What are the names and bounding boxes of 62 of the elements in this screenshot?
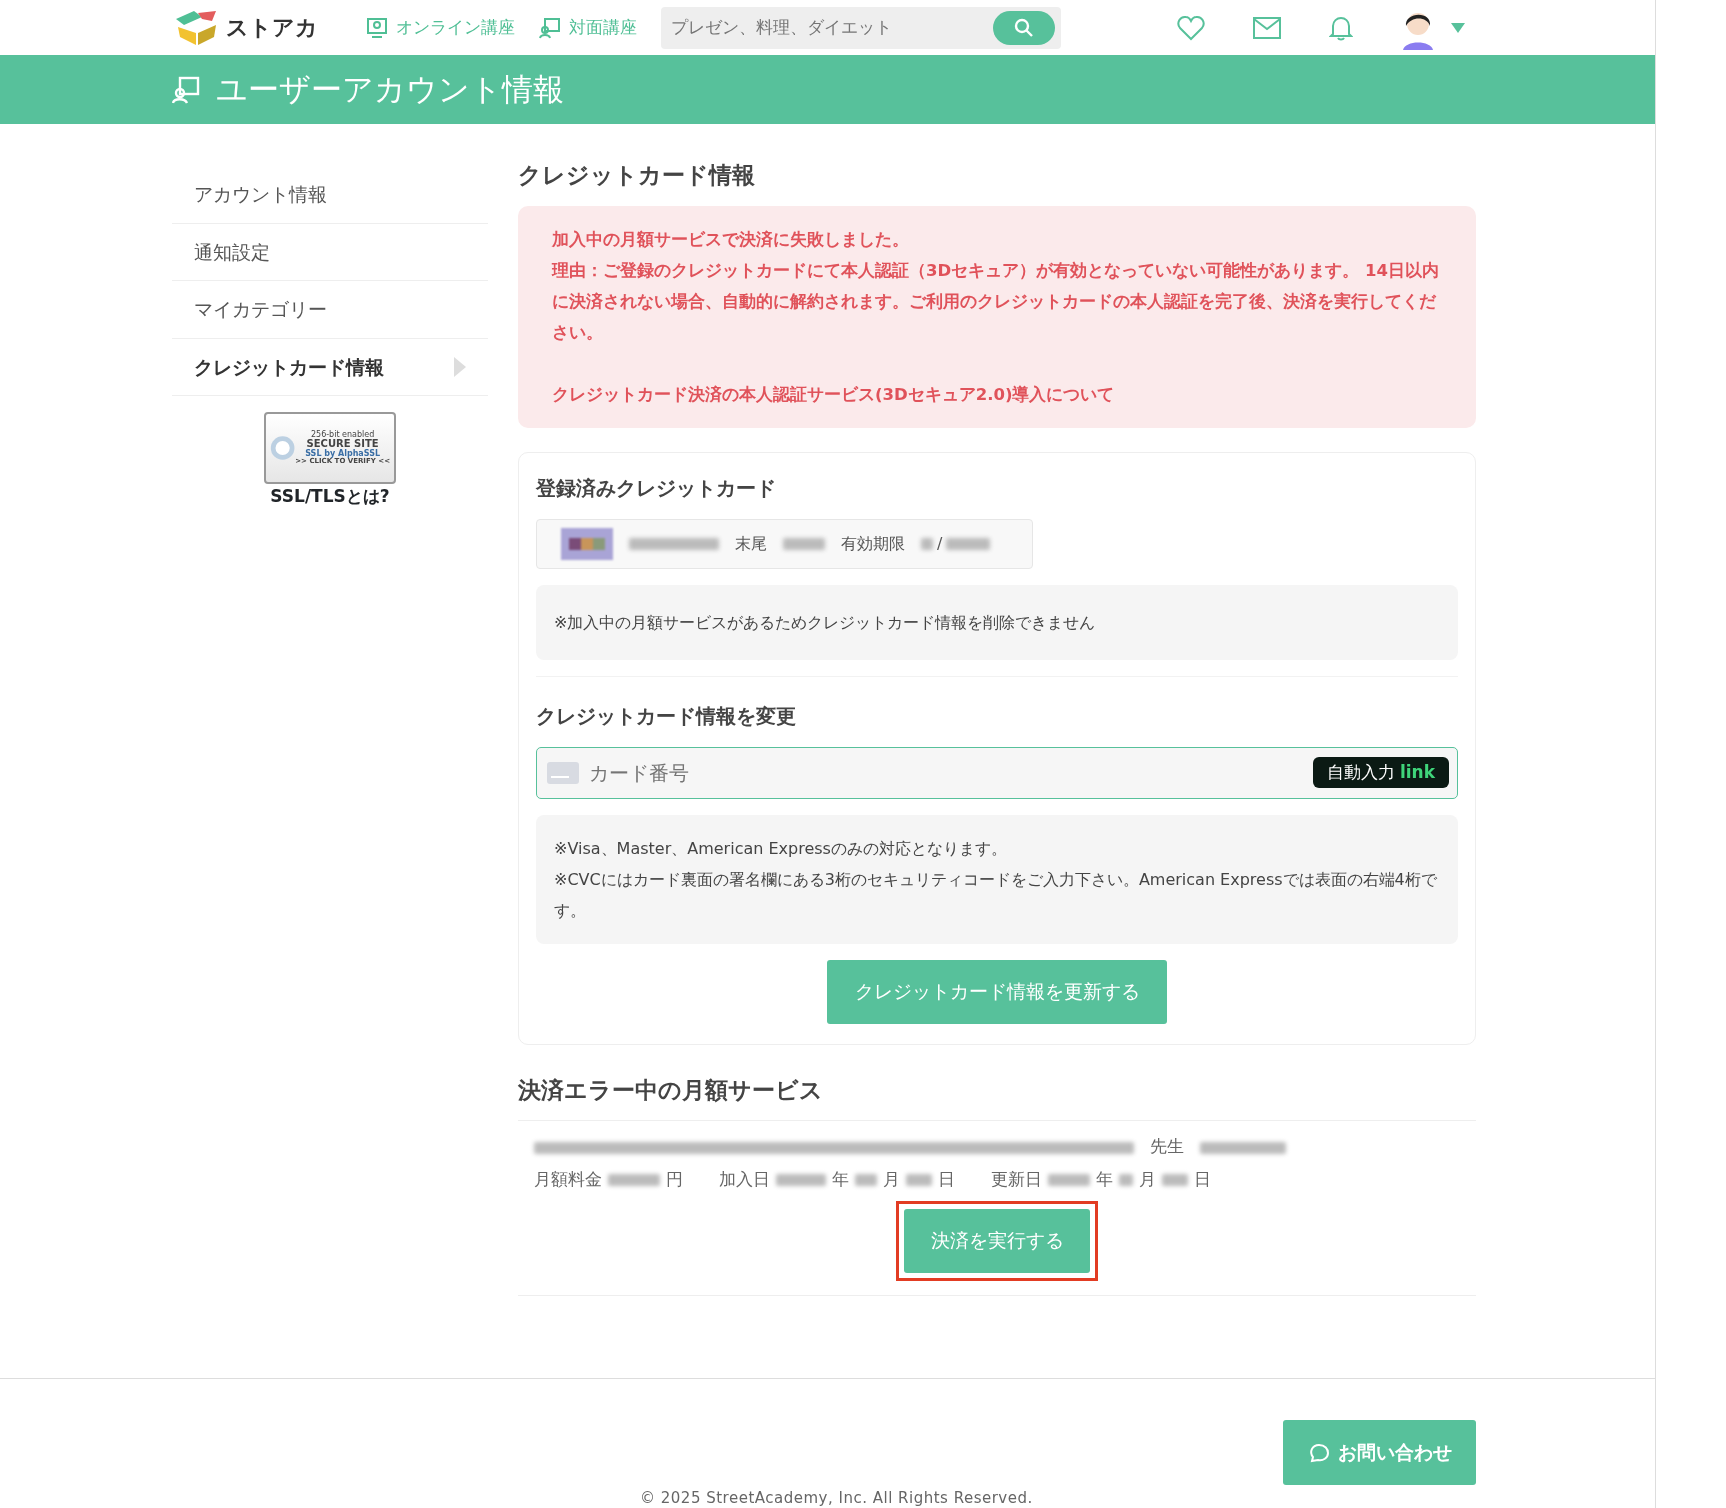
speech-bubble-icon: [1307, 1441, 1330, 1464]
unit-label: 日: [1194, 1168, 1211, 1191]
blurred-text: [921, 537, 933, 550]
joined-label: 加入日: [719, 1168, 770, 1191]
expiry-label: 有効期限: [841, 532, 905, 555]
card-brand-icon: [561, 527, 613, 560]
sidebar-item[interactable]: 通知設定: [172, 223, 488, 281]
board-person-icon: [539, 16, 561, 39]
monitor-person-icon: [366, 16, 388, 39]
blurred-text: [776, 1174, 826, 1187]
triangle-icon: [454, 356, 466, 377]
unit-label: 円: [666, 1168, 683, 1191]
unit-label: 年: [1096, 1168, 1113, 1191]
section-heading: 決済エラー中の月額サービス: [518, 1076, 824, 1105]
unit-label: 年: [832, 1168, 849, 1191]
fee-label: 月額料金: [534, 1168, 602, 1191]
search-icon: [1014, 17, 1034, 38]
unit-label: 月: [883, 1168, 900, 1191]
ssl-link[interactable]: SSL/TLSとは?: [270, 484, 390, 510]
unit-label: 月: [1139, 1168, 1156, 1191]
blurred-text: [1119, 1174, 1133, 1187]
board-person-icon: [172, 75, 200, 104]
sidebar-item[interactable]: アカウント情報: [172, 166, 488, 224]
alert-message: 理由：ご登録のクレジットカードにて本人認証（3Dセキュア）が有効となっていない可能性があります。 14日以内に決済されない場合、自動的に解約されます。ご利用のクレジットカードの本人認証を完了後、決済を実行してください。: [552, 259, 1440, 344]
alert-title: 加入中の月額サービスで決済に失敗しました。: [552, 228, 910, 251]
copyright-text: © 2025 StreetAcademy, Inc. All Rights Reserved.: [640, 1488, 1033, 1508]
blurred-text: [855, 1174, 877, 1187]
card-heading: 登録済みクレジットカード: [536, 474, 777, 502]
blurred-text: [783, 537, 825, 550]
caret-icon[interactable]: [1451, 22, 1465, 33]
card-number-input[interactable]: カード番号: [587, 756, 1305, 789]
page-title: ユーザーアカウント情報: [216, 70, 564, 109]
logo-text[interactable]: ストアカ: [226, 11, 318, 44]
sidebar-item[interactable]: クレジットカード情報: [172, 338, 488, 396]
card-heading: クレジットカード情報を変更: [536, 702, 797, 730]
section-heading: クレジットカード情報: [518, 162, 756, 190]
teacher-label: 先生: [1150, 1136, 1184, 1159]
delete-notice: ※加入中の月額サービスがあるためクレジットカード情報を削除できません: [536, 584, 1458, 660]
blurred-text: [608, 1174, 660, 1187]
badge-text: SSL by AlphaSSL: [305, 449, 380, 458]
search-field[interactable]: プレゼン、料理、ダイエット: [661, 6, 1061, 49]
card-icon: [547, 761, 579, 784]
renewal-label: 更新日: [991, 1168, 1042, 1191]
autofill-button[interactable]: 自動入力 link: [1312, 756, 1449, 789]
expiry-separator: /: [937, 532, 943, 555]
blurred-text: [1048, 1174, 1090, 1187]
search-button[interactable]: [993, 10, 1055, 45]
blurred-text: [946, 537, 991, 550]
badge-text: 256-bit enabled: [310, 430, 375, 439]
unit-label: 日: [938, 1168, 955, 1191]
bell-icon[interactable]: [1329, 14, 1353, 41]
note-text: ※CVCにはカード裏面の署名欄にある3桁のセキュリティコードをご入力下さい。American Expressでは表面の右端4桁です。: [554, 868, 1438, 922]
heart-icon[interactable]: [1177, 14, 1205, 41]
search-input[interactable]: プレゼン、料理、ダイエット: [661, 13, 993, 42]
blurred-text: [1162, 1174, 1188, 1187]
mail-icon[interactable]: [1253, 16, 1281, 39]
note-text: ※Visa、Master、American Expressのみの対応となります。: [554, 837, 1008, 860]
sidebar-item[interactable]: マイカテゴリー: [172, 281, 488, 339]
card-number-field[interactable]: カード番号 自動入力 link: [536, 746, 1458, 799]
badge-text: SECURE SITE: [306, 439, 379, 450]
last-digits-label: 末尾: [735, 532, 767, 555]
blurred-text: [906, 1174, 932, 1187]
